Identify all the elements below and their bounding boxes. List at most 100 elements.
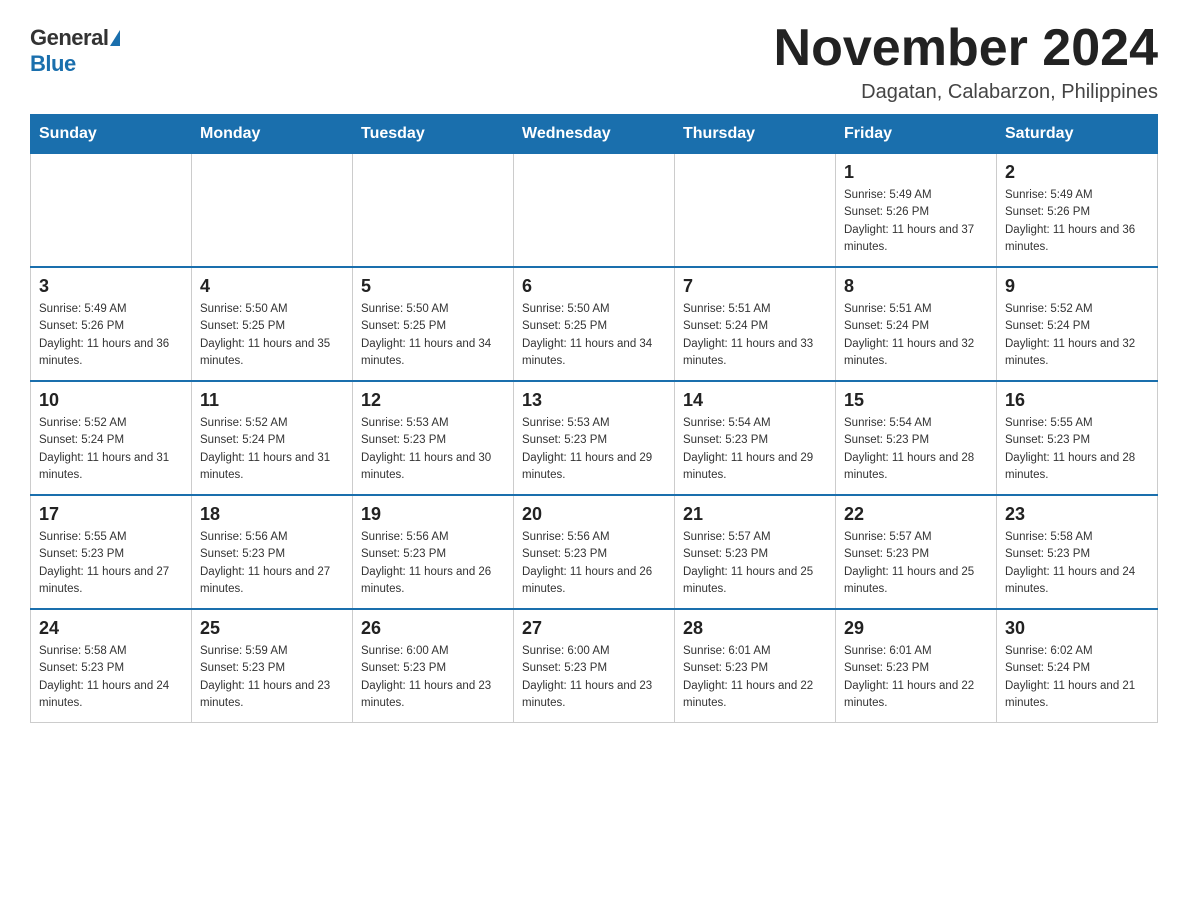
calendar-cell: 3 Sunrise: 5:49 AM Sunset: 5:26 PM Daylig… [31, 267, 192, 381]
calendar-cell: 30 Sunrise: 6:02 AM Sunset: 5:24 PM Dayli… [997, 609, 1158, 723]
day-info: Sunrise: 5:55 AM Sunset: 5:23 PM Dayligh… [1005, 415, 1149, 484]
day-number: 28 [683, 618, 827, 639]
day-number: 4 [200, 276, 344, 297]
day-header-saturday: Saturday [997, 115, 1158, 154]
day-number: 7 [683, 276, 827, 297]
calendar-cell [192, 154, 353, 268]
day-info: Sunrise: 5:49 AM Sunset: 5:26 PM Dayligh… [844, 187, 988, 256]
page-title: November 2024 [774, 20, 1158, 77]
calendar-cell: 18Sunrise: 5:56 AM Sunset: 5:23 PM Dayli… [192, 495, 353, 609]
calendar-cell [514, 154, 675, 268]
day-header-sunday: Sunday [31, 115, 192, 154]
page-header: General Blue November 2024 Dagatan, Cala… [30, 20, 1158, 104]
calendar-cell: 25 Sunrise: 5:59 AM Sunset: 5:23 PM Dayli… [192, 609, 353, 723]
calendar-cell: 2 Sunrise: 5:49 AM Sunset: 5:26 PM Daylig… [997, 154, 1158, 268]
day-header-monday: Monday [192, 115, 353, 154]
day-number: 30 [1005, 618, 1149, 639]
day-info: Sunrise: 5:51 AM Sunset: 5:24 PM Dayligh… [683, 301, 827, 370]
header-row: SundayMondayTuesdayWednesdayThursdayFrid… [31, 115, 1158, 154]
day-header-thursday: Thursday [675, 115, 836, 154]
calendar-week-1: 1 Sunrise: 5:49 AM Sunset: 5:26 PM Daylig… [31, 154, 1158, 268]
calendar-cell: 27 Sunrise: 6:00 AM Sunset: 5:23 PM Dayli… [514, 609, 675, 723]
day-info: Sunrise: 5:57 AM Sunset: 5:23 PM Dayligh… [844, 529, 988, 598]
day-info: Sunrise: 6:01 AM Sunset: 5:23 PM Dayligh… [683, 643, 827, 712]
day-number: 24 [39, 618, 183, 639]
calendar-cell: 7 Sunrise: 5:51 AM Sunset: 5:24 PM Daylig… [675, 267, 836, 381]
calendar-cell: 5 Sunrise: 5:50 AM Sunset: 5:25 PM Daylig… [353, 267, 514, 381]
calendar-table: SundayMondayTuesdayWednesdayThursdayFrid… [30, 114, 1158, 723]
day-info: Sunrise: 5:54 AM Sunset: 5:23 PM Dayligh… [683, 415, 827, 484]
day-number: 21 [683, 504, 827, 525]
day-number: 19 [361, 504, 505, 525]
day-number: 25 [200, 618, 344, 639]
calendar-week-3: 10 Sunrise: 5:52 AM Sunset: 5:24 PM Dayli… [31, 381, 1158, 495]
day-info: Sunrise: 5:59 AM Sunset: 5:23 PM Dayligh… [200, 643, 344, 712]
day-number: 6 [522, 276, 666, 297]
day-number: 3 [39, 276, 183, 297]
calendar-cell: 15Sunrise: 5:54 AM Sunset: 5:23 PM Dayli… [836, 381, 997, 495]
day-info: Sunrise: 6:02 AM Sunset: 5:24 PM Dayligh… [1005, 643, 1149, 712]
day-info: Sunrise: 5:50 AM Sunset: 5:25 PM Dayligh… [522, 301, 666, 370]
calendar-cell [31, 154, 192, 268]
logo-blue-text: Blue [30, 51, 76, 77]
day-number: 11 [200, 390, 344, 411]
day-number: 23 [1005, 504, 1149, 525]
day-number: 1 [844, 162, 988, 183]
day-number: 27 [522, 618, 666, 639]
calendar-cell: 28 Sunrise: 6:01 AM Sunset: 5:23 PM Dayli… [675, 609, 836, 723]
day-info: Sunrise: 5:50 AM Sunset: 5:25 PM Dayligh… [361, 301, 505, 370]
day-info: Sunrise: 5:56 AM Sunset: 5:23 PM Dayligh… [200, 529, 344, 598]
logo-general-text: General [30, 25, 108, 51]
calendar-cell: 9Sunrise: 5:52 AM Sunset: 5:24 PM Daylig… [997, 267, 1158, 381]
page-subtitle: Dagatan, Calabarzon, Philippines [774, 81, 1158, 104]
calendar-cell [353, 154, 514, 268]
day-number: 12 [361, 390, 505, 411]
calendar-cell: 19 Sunrise: 5:56 AM Sunset: 5:23 PM Dayli… [353, 495, 514, 609]
logo-triangle-icon [110, 30, 120, 46]
calendar-cell: 17Sunrise: 5:55 AM Sunset: 5:23 PM Dayli… [31, 495, 192, 609]
day-number: 20 [522, 504, 666, 525]
day-info: Sunrise: 5:49 AM Sunset: 5:26 PM Dayligh… [1005, 187, 1149, 256]
day-info: Sunrise: 5:52 AM Sunset: 5:24 PM Dayligh… [1005, 301, 1149, 370]
calendar-cell: 26 Sunrise: 6:00 AM Sunset: 5:23 PM Dayli… [353, 609, 514, 723]
day-info: Sunrise: 5:57 AM Sunset: 5:23 PM Dayligh… [683, 529, 827, 598]
calendar-body: 1 Sunrise: 5:49 AM Sunset: 5:26 PM Daylig… [31, 154, 1158, 723]
calendar-cell: 21 Sunrise: 5:57 AM Sunset: 5:23 PM Dayli… [675, 495, 836, 609]
calendar-header: SundayMondayTuesdayWednesdayThursdayFrid… [31, 115, 1158, 154]
calendar-cell: 22 Sunrise: 5:57 AM Sunset: 5:23 PM Dayli… [836, 495, 997, 609]
calendar-cell: 6 Sunrise: 5:50 AM Sunset: 5:25 PM Daylig… [514, 267, 675, 381]
day-header-tuesday: Tuesday [353, 115, 514, 154]
day-number: 5 [361, 276, 505, 297]
calendar-cell: 10Sunrise: 5:52 AM Sunset: 5:24 PM Dayli… [31, 381, 192, 495]
day-number: 16 [1005, 390, 1149, 411]
calendar-week-4: 17Sunrise: 5:55 AM Sunset: 5:23 PM Dayli… [31, 495, 1158, 609]
calendar-cell: 4 Sunrise: 5:50 AM Sunset: 5:25 PM Daylig… [192, 267, 353, 381]
day-number: 14 [683, 390, 827, 411]
calendar-week-5: 24 Sunrise: 5:58 AM Sunset: 5:23 PM Dayli… [31, 609, 1158, 723]
calendar-cell: 13Sunrise: 5:53 AM Sunset: 5:23 PM Dayli… [514, 381, 675, 495]
calendar-week-2: 3 Sunrise: 5:49 AM Sunset: 5:26 PM Daylig… [31, 267, 1158, 381]
day-number: 10 [39, 390, 183, 411]
day-info: Sunrise: 5:58 AM Sunset: 5:23 PM Dayligh… [39, 643, 183, 712]
day-info: Sunrise: 5:56 AM Sunset: 5:23 PM Dayligh… [522, 529, 666, 598]
day-info: Sunrise: 5:53 AM Sunset: 5:23 PM Dayligh… [522, 415, 666, 484]
calendar-cell: 23 Sunrise: 5:58 AM Sunset: 5:23 PM Dayli… [997, 495, 1158, 609]
day-number: 29 [844, 618, 988, 639]
day-info: Sunrise: 6:01 AM Sunset: 5:23 PM Dayligh… [844, 643, 988, 712]
calendar-cell: 11 Sunrise: 5:52 AM Sunset: 5:24 PM Dayli… [192, 381, 353, 495]
day-info: Sunrise: 5:56 AM Sunset: 5:23 PM Dayligh… [361, 529, 505, 598]
calendar-cell [675, 154, 836, 268]
day-info: Sunrise: 5:58 AM Sunset: 5:23 PM Dayligh… [1005, 529, 1149, 598]
day-number: 2 [1005, 162, 1149, 183]
day-number: 26 [361, 618, 505, 639]
day-info: Sunrise: 6:00 AM Sunset: 5:23 PM Dayligh… [522, 643, 666, 712]
calendar-cell: 24 Sunrise: 5:58 AM Sunset: 5:23 PM Dayli… [31, 609, 192, 723]
day-info: Sunrise: 5:49 AM Sunset: 5:26 PM Dayligh… [39, 301, 183, 370]
calendar-cell: 20 Sunrise: 5:56 AM Sunset: 5:23 PM Dayli… [514, 495, 675, 609]
calendar-cell: 14 Sunrise: 5:54 AM Sunset: 5:23 PM Dayli… [675, 381, 836, 495]
day-info: Sunrise: 5:52 AM Sunset: 5:24 PM Dayligh… [200, 415, 344, 484]
day-number: 8 [844, 276, 988, 297]
day-info: Sunrise: 6:00 AM Sunset: 5:23 PM Dayligh… [361, 643, 505, 712]
day-number: 22 [844, 504, 988, 525]
day-info: Sunrise: 5:50 AM Sunset: 5:25 PM Dayligh… [200, 301, 344, 370]
